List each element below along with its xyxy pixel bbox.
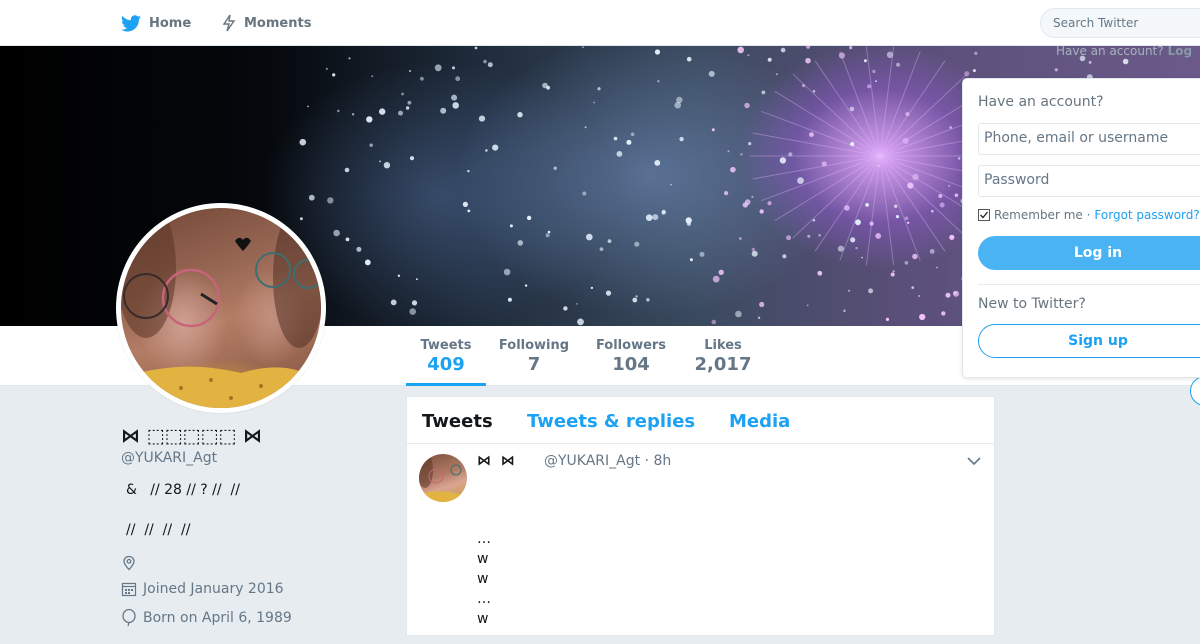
have-account-label: Have an account? [1056, 44, 1164, 58]
profile-bio-line-2: // // // // [126, 522, 191, 538]
profile-screen-name[interactable]: @YUKARI_Agt [121, 450, 217, 466]
profile-location [121, 555, 143, 571]
tab-media[interactable]: Media [729, 411, 790, 432]
have-account-link[interactable]: Have an account? Log [1056, 44, 1192, 58]
stat-following[interactable]: Following 7 [498, 326, 570, 386]
remember-me-checkbox[interactable] [978, 209, 990, 221]
stat-value: 7 [527, 354, 541, 375]
avatar-photo-details [121, 208, 321, 408]
tweet-text-line: w [477, 551, 489, 567]
calendar-icon [121, 582, 137, 597]
stat-value: 104 [612, 354, 650, 375]
stat-likes[interactable]: Likes 2,017 [692, 326, 754, 386]
password-field[interactable]: Password [978, 165, 1200, 197]
location-pin-icon [123, 555, 135, 571]
tweet-author-name[interactable]: ⋈ ⋈ [477, 453, 515, 469]
nav-moments-label: Moments [244, 15, 312, 31]
stat-label: Followers [595, 338, 667, 353]
twitter-bird-icon [121, 14, 141, 31]
top-navigation-bar: Home Moments Search Twitter [0, 0, 1200, 46]
profile-avatar[interactable] [116, 203, 326, 413]
tab-tweets-and-replies[interactable]: Tweets & replies [527, 411, 695, 432]
tweet-item[interactable]: ⋈ ⋈ @YUKARI_Agt · 8h … w w … w [407, 444, 994, 644]
stat-followers[interactable]: Followers 104 [594, 326, 668, 386]
login-dropdown: Have an account? Phone, email or usernam… [962, 78, 1200, 378]
tweet-avatar-image [419, 454, 467, 502]
chevron-down-icon[interactable] [967, 456, 981, 466]
profile-bio-line-1: & // 28 // ? // // [126, 482, 240, 498]
login-panel-title: Have an account? [978, 94, 1104, 110]
stat-value: 409 [427, 354, 465, 375]
forgot-password-link[interactable]: Forgot password? [1094, 208, 1199, 222]
stat-value: 2,017 [694, 354, 752, 375]
profile-name: ⋈ ⬚⬚⬚⬚⬚ ⋈ [121, 425, 262, 447]
profile-joined-date: Joined January 2016 [121, 581, 284, 597]
username-field[interactable]: Phone, email or username [978, 123, 1200, 155]
stat-label: Likes [704, 338, 742, 353]
lightning-icon [222, 14, 236, 32]
tweet-text-line: w [477, 611, 489, 627]
divider [978, 284, 1200, 285]
tweet-handle-time[interactable]: @YUKARI_Agt · 8h [544, 453, 671, 469]
tweet-text-line: … [477, 591, 491, 607]
stat-tweets[interactable]: Tweets 409 [406, 326, 486, 386]
tweet-text-line: … [477, 531, 491, 547]
login-link-label: Log [1167, 44, 1193, 58]
avatar-photo [121, 208, 321, 408]
signup-button[interactable]: Sign up [978, 324, 1200, 358]
profile-birthdate: Born on April 6, 1989 [121, 609, 292, 627]
stat-label: Following [498, 338, 570, 353]
tab-tweets[interactable]: Tweets [422, 411, 493, 432]
timeline: Tweets Tweets & replies Media ⋈ ⋈ @YUKAR… [406, 396, 995, 636]
tweet-text: … w w … w [477, 529, 491, 629]
nav-moments[interactable]: Moments [222, 0, 311, 46]
tweet-text-line: w [477, 571, 489, 587]
nav-home-label: Home [149, 15, 192, 31]
new-to-twitter-label: New to Twitter? [978, 296, 1086, 312]
balloon-icon [122, 609, 136, 627]
search-input[interactable]: Search Twitter [1040, 8, 1200, 38]
nav-home[interactable]: Home [121, 0, 191, 46]
check-icon [980, 211, 989, 219]
timeline-tabs: Tweets Tweets & replies Media [407, 397, 994, 444]
remember-row: Remember me · Forgot password? [978, 208, 1200, 222]
stat-label: Tweets [420, 338, 472, 353]
tweet-avatar[interactable] [419, 454, 467, 502]
login-button[interactable]: Log in [978, 236, 1200, 270]
born-label: Born on April 6, 1989 [143, 610, 292, 626]
joined-label: Joined January 2016 [143, 581, 284, 597]
remember-me-label: Remember me · [994, 208, 1091, 222]
